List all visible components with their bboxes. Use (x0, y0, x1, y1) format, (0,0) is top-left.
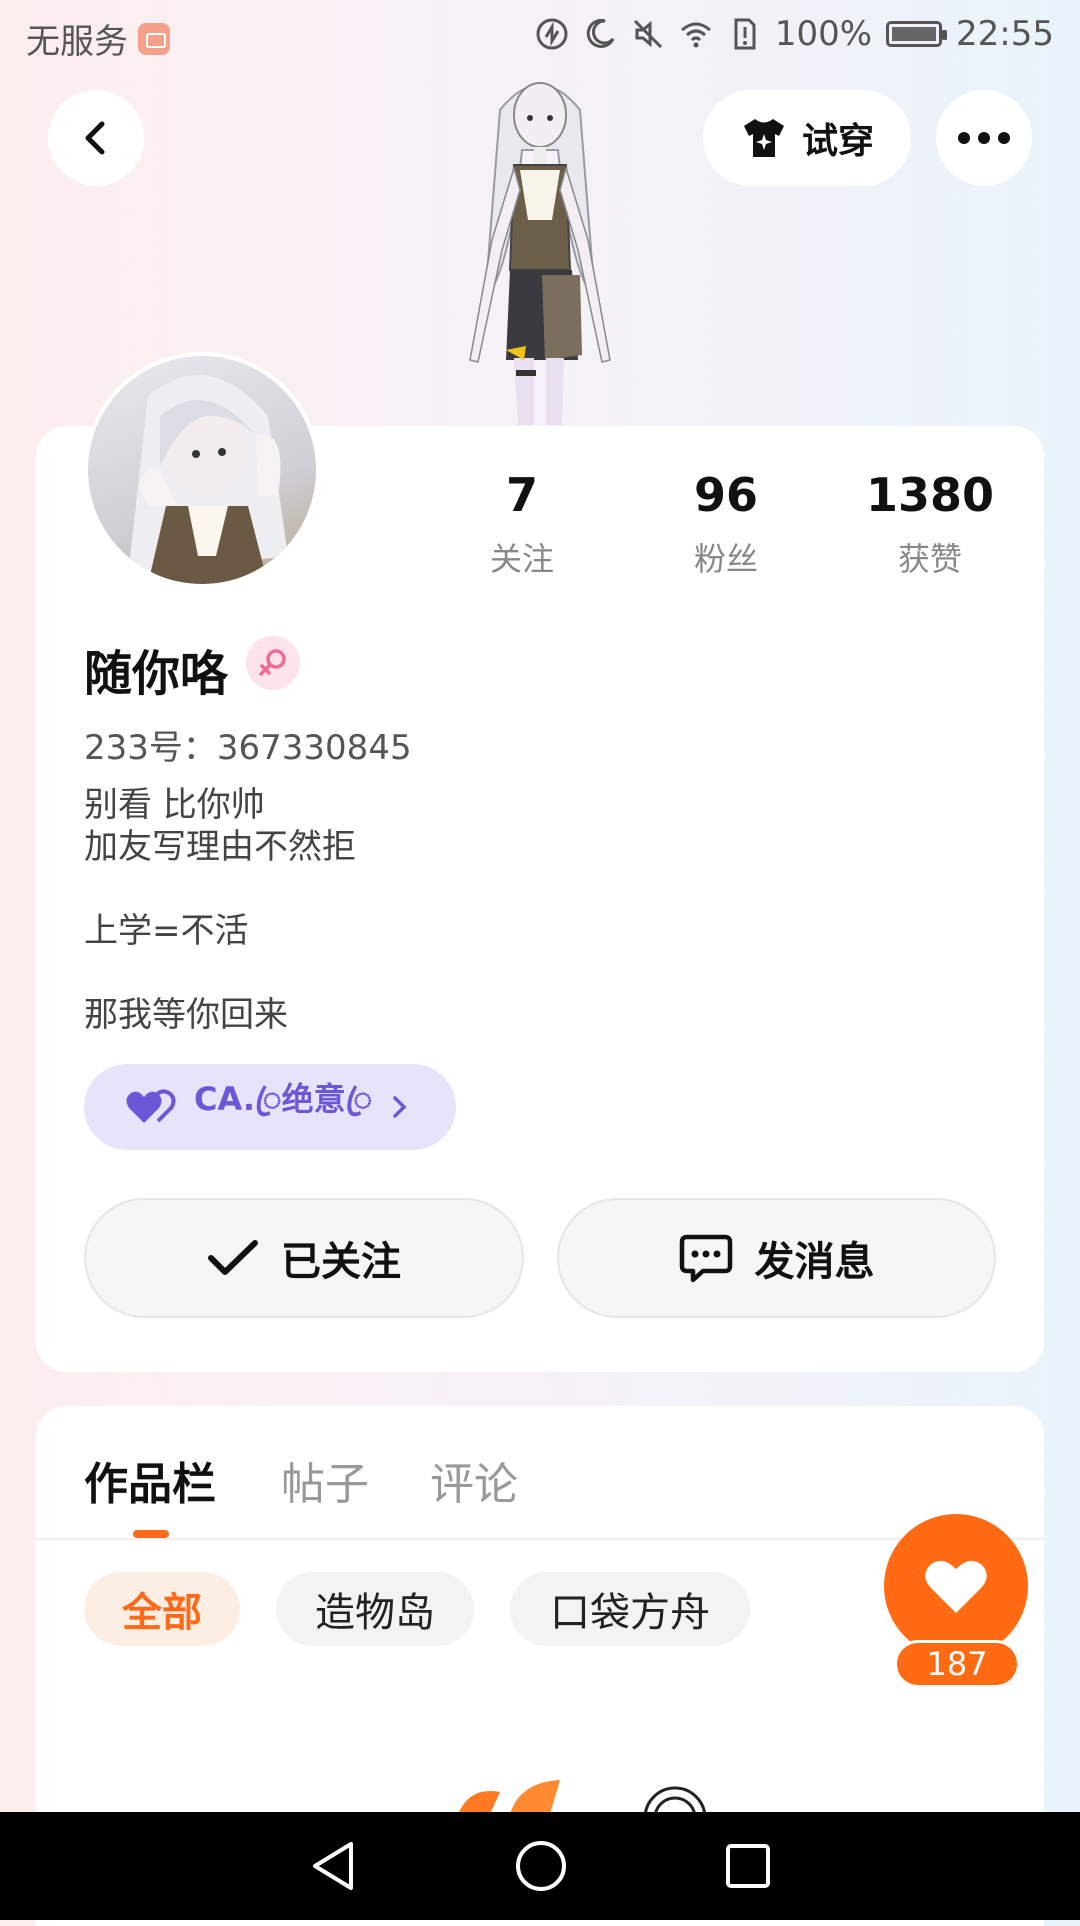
nav-recents-icon[interactable] (723, 1841, 773, 1891)
divider (36, 1538, 1044, 1540)
message-button[interactable]: 发消息 (557, 1198, 996, 1318)
like-button[interactable] (884, 1514, 1028, 1658)
tab-works[interactable]: 作品栏 (84, 1448, 216, 1512)
nav-home-icon[interactable] (513, 1838, 569, 1894)
sim-alert-icon (734, 18, 756, 50)
chevron-left-icon (85, 121, 105, 155)
clock: 22:55 (956, 14, 1054, 54)
stat-label: 获赞 (897, 540, 962, 578)
following-label: 已关注 (281, 1239, 401, 1285)
status-bar-left: 无服务 (26, 14, 170, 63)
female-gender-icon (246, 636, 300, 690)
username: 随你咯 (84, 646, 229, 702)
moon-icon (586, 18, 615, 48)
guild-name: CA.ꦿ绝意ꦿ (194, 1080, 373, 1118)
data-saver-icon (536, 18, 568, 50)
message-label: 发消息 (754, 1239, 875, 1285)
double-heart-icon (126, 1089, 176, 1123)
system-navigation-bar (0, 1812, 1080, 1920)
shirt-icon (743, 119, 784, 157)
stat-label: 关注 (489, 540, 554, 578)
stat-label: 粉丝 (693, 540, 758, 578)
following-button[interactable]: 已关注 (84, 1198, 524, 1318)
tab-posts[interactable]: 帖子 (281, 1448, 369, 1512)
filter-chip-pocket-ark[interactable]: 口袋方舟 (510, 1572, 750, 1646)
tab-indicator (133, 1530, 169, 1538)
status-bar-right: 100% 22:55 (535, 14, 1054, 54)
notification-icon (138, 22, 170, 55)
try-on-label: 试穿 (801, 121, 874, 162)
avatar-character-figure (469, 82, 611, 425)
bio-text: 别看 比你帅 加友写理由不然拒 上学=不活 那我等你回来 (84, 785, 356, 1035)
back-button[interactable] (48, 90, 144, 186)
avatar[interactable] (84, 352, 320, 588)
mute-icon (633, 19, 662, 49)
battery-percent: 100% (774, 14, 873, 54)
content-preview-art (458, 1780, 707, 1814)
heart-icon (925, 1560, 987, 1613)
guild-button[interactable]: CA.ꦿ绝意ꦿ (84, 1064, 456, 1150)
carrier-text: 无服务 (26, 22, 128, 62)
stat-value: 7 (505, 468, 538, 522)
more-dots-icon (958, 132, 1010, 144)
filter-chip-creation-island[interactable]: 造物岛 (276, 1572, 474, 1646)
try-on-button[interactable]: 试穿 (703, 90, 911, 186)
chat-bubble-icon (679, 1234, 732, 1283)
chevron-right-icon (393, 1096, 407, 1118)
wifi-icon (680, 22, 711, 48)
filter-chip-all[interactable]: 全部 (84, 1572, 240, 1646)
stat-followers[interactable]: 96 粉丝 (646, 468, 806, 580)
avatar-image (88, 356, 316, 584)
stat-following[interactable]: 7 关注 (442, 468, 602, 580)
like-count-badge: 187 (894, 1640, 1020, 1688)
check-icon (208, 1240, 258, 1275)
more-button[interactable] (936, 90, 1032, 186)
stat-value: 1380 (865, 468, 995, 522)
user-id: 233号：367330845 (84, 728, 412, 768)
tab-comments[interactable]: 评论 (430, 1448, 518, 1512)
stat-likes[interactable]: 1380 获赞 (850, 468, 1010, 580)
battery-icon (886, 21, 948, 47)
stat-value: 96 (693, 468, 758, 522)
nav-back-icon[interactable] (307, 1838, 359, 1894)
